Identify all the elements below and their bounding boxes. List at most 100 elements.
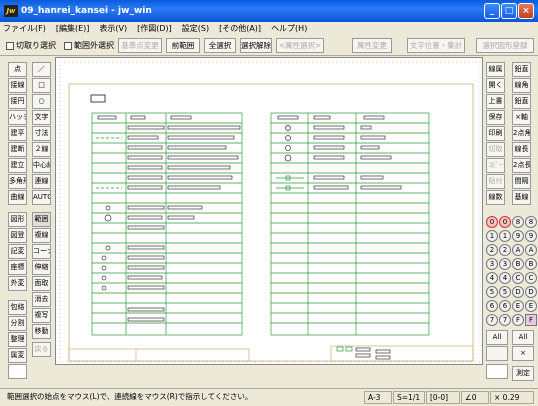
- tool-auto[interactable]: AUTO: [32, 190, 51, 205]
- tool-vertical-2[interactable]: 鉛直: [512, 94, 531, 109]
- tool-range[interactable]: 範囲: [32, 212, 51, 227]
- tool-elevation[interactable]: 建立: [8, 158, 27, 173]
- layer-group-7[interactable]: 7: [486, 314, 498, 326]
- layer-eb[interactable]: E: [525, 300, 537, 312]
- tool-interval[interactable]: 間隔: [512, 174, 531, 189]
- tool-attr-change[interactable]: 属変: [8, 348, 27, 363]
- menu-file[interactable]: ファイル(F): [3, 23, 46, 34]
- layer-8b[interactable]: 8: [525, 216, 537, 228]
- paper-size[interactable]: A-3: [364, 391, 392, 404]
- layer-0[interactable]: 0: [499, 216, 511, 228]
- tool-figure[interactable]: 図形: [8, 212, 27, 227]
- layer-e[interactable]: E: [512, 300, 524, 312]
- tool-line-attr[interactable]: 線属: [486, 62, 505, 77]
- select-all-button[interactable]: 全選択: [204, 38, 236, 53]
- tool-line-count[interactable]: 線数: [486, 190, 505, 205]
- tool-chamfer[interactable]: 面取: [32, 276, 51, 291]
- layer-group-4[interactable]: 4: [486, 272, 498, 284]
- layer-group-3[interactable]: 3: [486, 258, 498, 270]
- layer-6[interactable]: 6: [499, 300, 511, 312]
- tool-curve[interactable]: 曲線: [8, 190, 27, 205]
- tool-corner[interactable]: コーナー: [32, 244, 51, 259]
- tool-undo[interactable]: 戻る: [32, 342, 51, 357]
- layer-d[interactable]: D: [512, 286, 524, 298]
- tool-copy[interactable]: 複写: [32, 308, 51, 323]
- layer-9b[interactable]: 9: [525, 230, 537, 242]
- maximize-button[interactable]: □: [501, 3, 517, 19]
- layer-all-button[interactable]: All: [486, 330, 508, 345]
- clear-selection-button[interactable]: 選択解除: [240, 38, 272, 53]
- cut-select-checkbox[interactable]: 切取り選択: [6, 40, 56, 51]
- zoom[interactable]: × 0.29: [490, 391, 534, 404]
- layer-a[interactable]: A: [512, 244, 524, 256]
- tool-vertical[interactable]: 鉛直: [512, 62, 531, 77]
- tool-text[interactable]: 文字: [32, 110, 51, 125]
- tool-tangent-circle[interactable]: 接円: [8, 94, 27, 109]
- close-button[interactable]: ×: [518, 3, 534, 19]
- menu-edit[interactable]: [編集(E)]: [56, 23, 90, 34]
- layer-1[interactable]: 1: [499, 230, 511, 242]
- tool-dimension[interactable]: 寸法: [32, 126, 51, 141]
- minimize-button[interactable]: _: [484, 3, 500, 19]
- line-type-indicator[interactable]: [8, 364, 27, 379]
- layer-5[interactable]: 5: [499, 286, 511, 298]
- layer-clear-button[interactable]: [486, 346, 508, 361]
- measure-button[interactable]: 測定: [512, 366, 534, 381]
- tool-cut[interactable]: 切取: [486, 142, 505, 157]
- tool-fig-register[interactable]: 図登: [8, 228, 27, 243]
- text-pos-button[interactable]: 文字位置・集計: [407, 38, 465, 53]
- tool-circle[interactable]: ○: [32, 94, 51, 109]
- tool-polygon[interactable]: 多角形: [8, 174, 27, 189]
- tool-line-angle[interactable]: 線角: [512, 78, 531, 93]
- base-point-change-button[interactable]: 基準点変更: [118, 38, 162, 53]
- tool-section[interactable]: 建断: [8, 142, 27, 157]
- layer-7[interactable]: 7: [499, 314, 511, 326]
- menu-settings[interactable]: 設定(S): [182, 23, 209, 34]
- menu-help[interactable]: ヘルプ(H): [271, 23, 307, 34]
- layer-c[interactable]: C: [512, 272, 524, 284]
- tool-2pt-length[interactable]: 2点長: [512, 158, 531, 173]
- tool-hatch[interactable]: ハッチ: [8, 110, 27, 125]
- layer-group-0[interactable]: 0: [486, 216, 498, 228]
- menu-other[interactable]: [その他(A)]: [219, 23, 261, 34]
- tool-save[interactable]: 保存: [486, 110, 505, 125]
- attr-select-button[interactable]: <属性選択>: [276, 38, 324, 53]
- angle[interactable]: ∠0: [461, 391, 489, 404]
- layer-f[interactable]: F: [512, 314, 524, 326]
- layer-4[interactable]: 4: [499, 272, 511, 284]
- tool-divide[interactable]: 分割: [8, 316, 27, 331]
- tool-line[interactable]: ／: [32, 62, 51, 77]
- layer-8[interactable]: 8: [512, 216, 524, 228]
- menu-view[interactable]: 表示(V): [99, 23, 127, 34]
- drawing-canvas[interactable]: [55, 57, 483, 386]
- layer-group-1[interactable]: 1: [486, 230, 498, 242]
- scale[interactable]: S=1/1: [393, 391, 425, 404]
- tool-plan[interactable]: 建平: [8, 126, 27, 141]
- tool-overwrite[interactable]: 上書: [486, 94, 505, 109]
- group-all-button[interactable]: All: [512, 330, 534, 345]
- tool-baseline[interactable]: 基線: [512, 190, 531, 205]
- tool-stretch[interactable]: 伸縮: [32, 260, 51, 275]
- tool-coordinate[interactable]: 座標: [8, 260, 27, 275]
- tool-arrange[interactable]: 整理: [8, 332, 27, 347]
- current-layer[interactable]: [0-0]: [426, 391, 460, 404]
- layer-group-6[interactable]: 6: [486, 300, 498, 312]
- tool-double-line[interactable]: ２線: [32, 142, 51, 157]
- layer-cb[interactable]: C: [525, 272, 537, 284]
- layer-2[interactable]: 2: [499, 244, 511, 256]
- tool-symbol-change[interactable]: 記変: [8, 244, 27, 259]
- tool-polyline[interactable]: 連線: [32, 174, 51, 189]
- tool-paste[interactable]: 貼付: [486, 174, 505, 189]
- layer-group-5[interactable]: 5: [486, 286, 498, 298]
- tool-move[interactable]: 移動: [32, 324, 51, 339]
- outside-select-checkbox[interactable]: 範囲外選択: [64, 40, 114, 51]
- tool-erase[interactable]: 消去: [32, 292, 51, 307]
- tool-envelope[interactable]: 包絡: [8, 300, 27, 315]
- tool-point[interactable]: 点: [8, 62, 27, 77]
- layer-9[interactable]: 9: [512, 230, 524, 242]
- layer-ab[interactable]: A: [525, 244, 537, 256]
- layer-db[interactable]: D: [525, 286, 537, 298]
- prev-range-button[interactable]: 前範囲: [166, 38, 200, 53]
- group-x-button[interactable]: ×: [512, 346, 534, 361]
- attr-change-button[interactable]: 属性変更: [352, 38, 392, 53]
